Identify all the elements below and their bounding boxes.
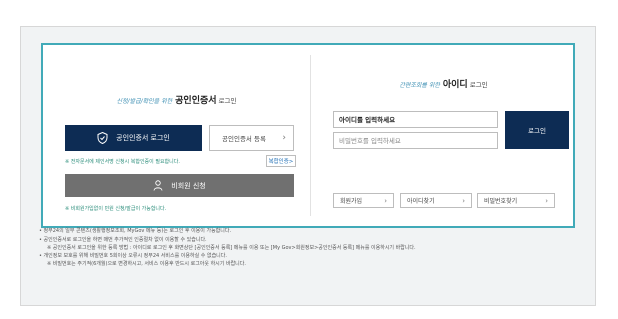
find-id-label: 아이디찾기 [407, 198, 435, 205]
nonmember-note: ※ 비회원가입없이 민원 신청/발급이 가능합니다. [65, 206, 167, 212]
id-login-button[interactable]: 로그인 [505, 111, 569, 149]
notice-item: ※ 비밀번호는 주기적(6개월)으로 변경하시고, 서비스 이용후 반드시 로그… [47, 261, 246, 267]
cert-register-label: 공인인증서 등록 [222, 135, 266, 143]
find-password-label: 비밀번호찾기 [484, 198, 518, 205]
cert-login-title-suffix: 로그인 [218, 97, 237, 105]
nonmember-apply-button[interactable]: 비회원 신청 [65, 174, 294, 197]
id-login-title-main: 아이디 [442, 80, 468, 90]
chevron-right-icon: › [384, 196, 387, 205]
notice-item: ※ 공인인증서 로그인을 위한 등록 방법 : 아이디로 로그인 후 화면상단 … [47, 244, 416, 251]
cert-login-button[interactable]: 공인인증서 로그인 [65, 125, 202, 151]
find-password-button[interactable]: 비밀번호찾기 › [477, 193, 555, 208]
notice-item: • 개인정보 보호를 위해 비밀번호 5회이상 오류시 정부24 서비스를 이용… [39, 253, 227, 260]
id-login-title-prefix: 간편조회를 위한 [399, 82, 440, 89]
chevron-right-icon: › [282, 133, 286, 143]
join-label: 회원가입 [340, 198, 363, 205]
cert-login-title: 신청/발급/확인을 위한 공인인증서 로그인 [43, 93, 310, 106]
dup-cert-button[interactable]: 복합인증> [266, 155, 296, 167]
notice-item: • 정부24의 일부 콘텐츠(생활행정보조회, MyGov 메뉴 등)는 로그인… [39, 228, 232, 234]
shield-check-icon [97, 132, 108, 144]
notice-item: • 공인인증서로 로그인을 하면 매번 추가적인 인증절차 없이 이용할 수 있… [39, 236, 207, 243]
person-icon [153, 180, 163, 191]
cert-note: ※ 전자문서에 제인서명 신청시 복합인증이 필요합니다. [65, 159, 180, 165]
login-box: 신청/발급/확인을 위한 공인인증서 로그인 공인인증서 로그인 공인인증서 등록 … [41, 43, 575, 228]
cert-login-label: 공인인증서 로그인 [116, 134, 170, 142]
cert-login-title-prefix: 신청/발급/확인을 위한 [116, 98, 173, 105]
cert-register-button[interactable]: 공인인증서 등록 › [209, 125, 294, 151]
find-id-button[interactable]: 아이디찾기 › [400, 193, 472, 208]
nonmember-label: 비회원 신청 [171, 181, 206, 190]
chevron-right-icon: › [545, 196, 548, 205]
id-login-title: 간편조회를 위한 아이디 로그인 [310, 77, 577, 90]
id-input[interactable] [333, 111, 498, 128]
login-page-frame: 신청/발급/확인을 위한 공인인증서 로그인 공인인증서 로그인 공인인증서 등록 … [20, 26, 596, 306]
password-input[interactable] [333, 132, 498, 149]
join-button[interactable]: 회원가입 › [333, 193, 394, 208]
cert-login-title-main: 공인인증서 [175, 96, 217, 106]
chevron-right-icon: › [462, 196, 465, 205]
id-login-title-suffix: 로그인 [469, 81, 488, 89]
notice-list: • 정부24의 일부 콘텐츠(생활행정보조회, MyGov 메뉴 등)는 로그인… [39, 228, 416, 269]
